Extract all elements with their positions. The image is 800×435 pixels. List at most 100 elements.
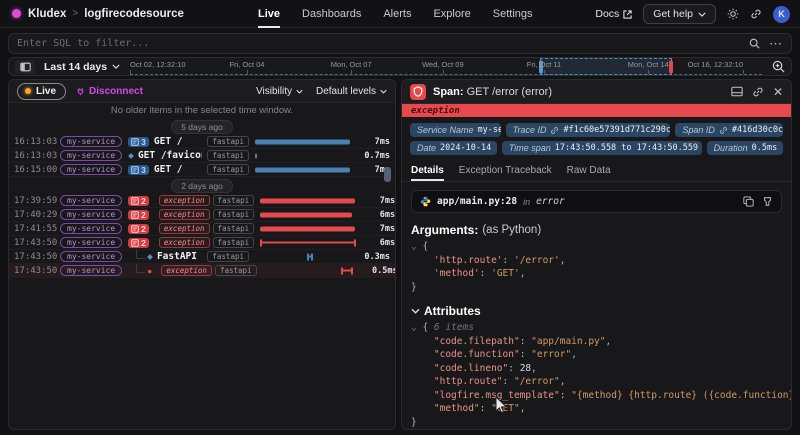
docs-link[interactable]: Docs <box>595 8 632 20</box>
more-options-icon[interactable]: ⋯ <box>769 39 783 49</box>
span-count-badge[interactable]: 2 <box>128 238 149 248</box>
nav-tab-dashboards[interactable]: Dashboards <box>302 0 361 28</box>
service-pill[interactable]: my-service <box>60 237 122 248</box>
copy-icon[interactable] <box>743 196 754 207</box>
service-pill[interactable]: my-service <box>60 195 122 206</box>
meta-label: Duration <box>714 143 748 153</box>
span-count-badge[interactable]: 3 <box>128 137 149 147</box>
meta-pill-date[interactable]: Date2024-10-14 <box>410 141 497 155</box>
visibility-dropdown[interactable]: Visibility <box>256 86 303 97</box>
trace-row[interactable]: 16:13:03my-service3GET /fastapi7ms <box>9 135 395 149</box>
sql-filter-input[interactable] <box>17 38 749 49</box>
disconnect-button[interactable]: Disconnect <box>76 86 143 97</box>
time-divider-pill[interactable]: 2 days ago <box>171 179 233 193</box>
meta-pill-service-name[interactable]: Service Namemy-service <box>410 123 501 137</box>
span-count-badge[interactable]: 2 <box>128 196 149 206</box>
close-icon[interactable]: ✕ <box>773 87 783 97</box>
theme-toggle-button[interactable] <box>727 8 739 20</box>
code-location-box[interactable]: app/main.py:28 in error <box>411 190 782 213</box>
meta-value: #416d30c0ccd46cd0 <box>732 125 783 135</box>
nav-tab-explore[interactable]: Explore <box>433 0 470 28</box>
breadcrumb-project[interactable]: logfirecodesource <box>84 8 184 20</box>
duration-bar <box>255 139 350 144</box>
nav-right-group: Docs Get help K <box>595 0 790 28</box>
service-pill[interactable]: my-service <box>60 209 122 220</box>
duration-bar <box>260 226 355 231</box>
live-toggle-button[interactable]: Live <box>17 83 66 100</box>
meta-label: Service Name <box>417 125 474 135</box>
span-detail-header: Span: GET /error (error) ✕ <box>402 80 791 104</box>
detail-tab-raw-data[interactable]: Raw Data <box>567 161 611 181</box>
trace-row[interactable]: 17:40:29my-service2GET /errorexceptionfa… <box>9 208 395 222</box>
trace-row[interactable]: 17:39:59my-service2GET /errorexceptionfa… <box>9 194 395 208</box>
nav-tab-live[interactable]: Live <box>258 0 280 28</box>
copy-link-icon[interactable] <box>752 86 764 98</box>
meta-pill-time-span[interactable]: Time span17:43:50.558 to 17:43:50.559 <box>502 141 702 155</box>
attributes-code[interactable]: ⌄ { 6 items "code.filepath": "app/main.p… <box>411 321 782 429</box>
service-pill[interactable]: my-service <box>60 150 122 161</box>
detail-tab-exception-traceback[interactable]: Exception Traceback <box>459 161 552 181</box>
duration-bar-zone <box>259 210 359 220</box>
search-icon[interactable] <box>749 38 760 49</box>
trace-row[interactable]: 16:15:00my-service3GET /fastapi7ms <box>9 163 395 177</box>
service-pill[interactable]: my-service <box>60 251 122 262</box>
zoom-in-button[interactable] <box>772 60 785 73</box>
service-pill[interactable]: my-service <box>60 164 122 175</box>
magnifier-plus-icon <box>772 60 785 73</box>
arguments-code[interactable]: ⌄ { 'http.route': '/error', 'method': 'G… <box>411 240 782 294</box>
code-line: ⌄ { <box>411 240 782 254</box>
trace-timestamp: 16:13:03 <box>14 137 60 147</box>
share-link-button[interactable] <box>750 8 762 20</box>
service-pill[interactable]: my-service <box>60 265 122 276</box>
trace-row[interactable]: 17:43:50my-service◆FastAPI argumentsfast… <box>9 250 395 264</box>
user-avatar[interactable]: K <box>773 6 790 23</box>
code-branch-icon[interactable] <box>762 196 773 207</box>
breadcrumb-org[interactable]: Kludex <box>28 8 66 20</box>
duration-label: 7ms <box>358 137 390 147</box>
trace-row[interactable]: 17:41:55my-service2GET /errorexceptionfa… <box>9 222 395 236</box>
timeline-track[interactable]: Oct 02, 12:32:10Fri, Oct 04Mon, Oct 07We… <box>130 58 762 75</box>
service-pill[interactable]: my-service <box>60 223 122 234</box>
code-line: } <box>411 281 782 295</box>
span-count-badge[interactable]: 3 <box>128 165 149 175</box>
span-count-badge[interactable]: 2 <box>128 224 149 234</box>
nav-tab-alerts[interactable]: Alerts <box>383 0 411 28</box>
meta-pill-duration[interactable]: Duration0.5ms <box>707 141 783 155</box>
trace-row[interactable]: 16:13:03my-service◆GET /favicon.icofasta… <box>9 149 395 163</box>
trace-row[interactable]: 17:43:50my-service2GET /errorexceptionfa… <box>9 236 395 250</box>
nav-tab-settings[interactable]: Settings <box>493 0 533 28</box>
time-divider: 2 days ago <box>9 177 395 194</box>
sidebar-toggle-button[interactable] <box>15 60 35 74</box>
duration-label: 0.3ms <box>358 252 390 262</box>
timeline-tick-mark <box>351 70 352 74</box>
detail-tab-details[interactable]: Details <box>411 161 444 181</box>
trace-row[interactable]: 17:43:50my-service●GET /error (error)exc… <box>9 264 395 278</box>
attributes-heading[interactable]: Attributes <box>411 304 782 318</box>
span-title-text: GET /error (error) <box>467 86 552 98</box>
meta-pill-trace-id[interactable]: Trace ID#f1c60e57391d771c290c0b22cd4ef09… <box>506 123 671 137</box>
tag-fastapi: fastapi <box>213 223 255 234</box>
span-count-badge[interactable]: 2 <box>128 210 149 220</box>
timeline-tick-label: Oct 02, 12:32:10 <box>130 60 185 69</box>
dot-marker-icon: ● <box>147 266 152 276</box>
timeline-tick-label: Mon, Oct 07 <box>331 60 372 69</box>
selection-end-handle[interactable] <box>669 60 673 73</box>
get-help-button[interactable]: Get help <box>643 4 716 24</box>
time-divider-pill[interactable]: 5 days ago <box>171 120 233 134</box>
levels-dropdown[interactable]: Default levels <box>316 86 387 97</box>
span-tags: fastapi <box>207 164 249 175</box>
time-range-dropdown[interactable]: Last 14 days <box>44 61 120 73</box>
meta-pill-span-id[interactable]: Span ID#416d30c0ccd46cd0 <box>675 123 783 137</box>
code-line: } <box>411 416 782 430</box>
trace-list-panel: Live Disconnect Visibility Default level… <box>8 79 396 430</box>
link-icon <box>550 126 559 135</box>
timeline-tick-label: Mon, Oct 14 <box>628 60 669 69</box>
span-label: GET /favicon.ico <box>138 150 202 161</box>
tag-fastapi: fastapi <box>207 251 249 262</box>
service-pill[interactable]: my-service <box>60 136 122 147</box>
code-line: 'http.route': '/error', <box>411 254 782 268</box>
dock-panel-icon[interactable] <box>731 86 743 97</box>
trace-timestamp: 17:43:50 <box>14 266 60 276</box>
panel-resize-handle[interactable] <box>384 167 391 182</box>
time-divider: 5 days ago <box>9 118 395 135</box>
